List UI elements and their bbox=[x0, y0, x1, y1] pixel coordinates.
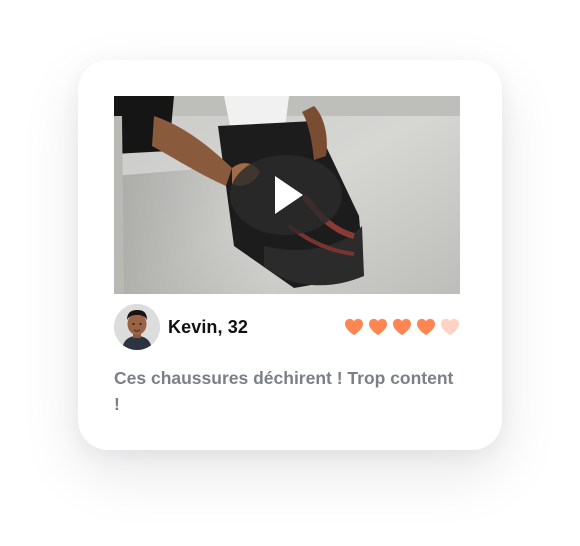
reviewer-row: Kevin, 32 bbox=[114, 304, 460, 350]
heart-empty-icon bbox=[441, 318, 459, 336]
person-icon bbox=[114, 304, 160, 350]
heart-rating bbox=[344, 318, 460, 336]
heart-filled-icon bbox=[417, 318, 435, 336]
video-thumbnail[interactable] bbox=[114, 96, 460, 294]
review-card: Kevin, 32 Ces chaussures déchirent ! Tro… bbox=[78, 60, 502, 450]
play-icon[interactable] bbox=[230, 155, 342, 235]
heart-filled-icon bbox=[369, 318, 387, 336]
review-text: Ces chaussures déchirent ! Trop content … bbox=[114, 368, 454, 414]
heart-filled-icon bbox=[393, 318, 411, 336]
reviewer-name: Kevin, 32 bbox=[168, 317, 248, 337]
avatar[interactable] bbox=[114, 304, 160, 350]
heart-filled-icon bbox=[345, 318, 363, 336]
